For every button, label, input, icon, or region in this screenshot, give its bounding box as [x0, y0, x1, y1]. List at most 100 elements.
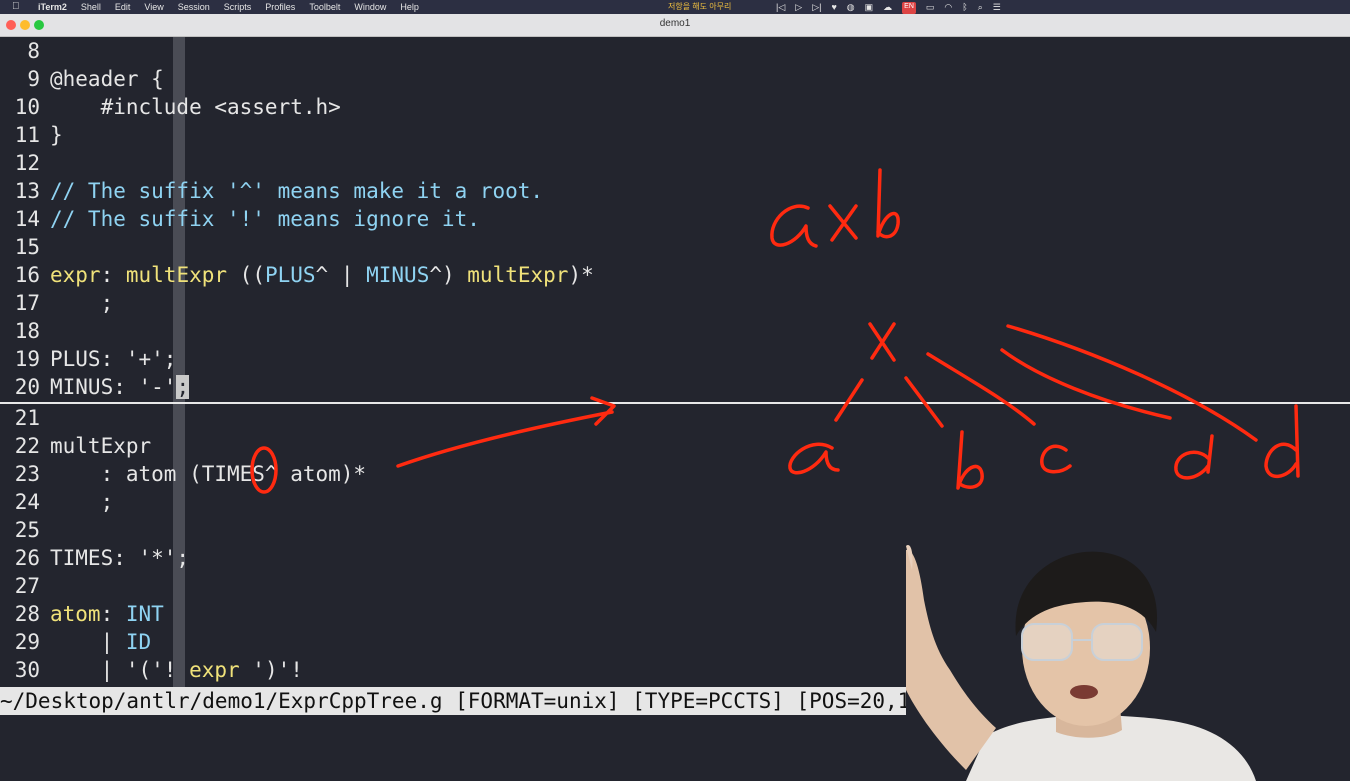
- code-token: MINUS: '-': [50, 375, 177, 399]
- line-number: 22: [14, 434, 40, 458]
- battery-icon[interactable]: ▭: [926, 0, 935, 14]
- menubar-lyrics-text: 저항을 해도 아무리: [668, 2, 732, 11]
- line-number: 25: [14, 518, 40, 542]
- code-token: #include <assert.h>: [50, 95, 341, 119]
- menu-session[interactable]: Session: [178, 0, 210, 14]
- code-token: ((: [227, 263, 265, 287]
- heart-icon[interactable]: ♥: [831, 0, 836, 14]
- line-number: 29: [14, 630, 40, 654]
- line-number: 19: [14, 347, 40, 371]
- code-token: ^ |: [315, 263, 367, 287]
- code-token: atom: [50, 602, 101, 626]
- menu-iterm2[interactable]: iTerm2: [38, 0, 67, 14]
- code-token: )*: [568, 263, 594, 287]
- macos-menubar:  iTerm2 Shell Edit View Session Scripts Profi…: [0, 0, 1350, 14]
- menu-toolbelt[interactable]: Toolbelt: [309, 0, 340, 14]
- code-token: ')'!: [239, 658, 303, 682]
- input-language-badge[interactable]: EN: [902, 2, 916, 14]
- code-line[interactable]: 14 // The suffix '!' means ignore it.: [0, 205, 480, 233]
- line-number: 10: [14, 95, 40, 119]
- code-token: ;: [50, 291, 114, 315]
- search-icon[interactable]: ⌕: [978, 0, 983, 14]
- line-number: 14: [14, 207, 40, 231]
- code-token: TIMES: '*';: [50, 546, 190, 570]
- code-line[interactable]: 19 PLUS: '+';: [0, 345, 177, 373]
- globe-icon[interactable]: ◍: [847, 0, 855, 14]
- line-number: 24: [14, 490, 40, 514]
- code-line[interactable]: 28 atom: INT: [0, 600, 164, 628]
- code-token: // The suffix '!' means ignore it.: [50, 207, 480, 231]
- line-number: 30: [14, 658, 40, 682]
- window-titlebar: demo1: [0, 14, 1350, 37]
- line-number: 13: [14, 179, 40, 203]
- line-number: 28: [14, 602, 40, 626]
- code-line[interactable]: 16 expr: multExpr ((PLUS^ | MINUS^) multE…: [0, 261, 594, 289]
- code-token: :: [100, 263, 126, 287]
- menu-view[interactable]: View: [144, 0, 163, 14]
- code-token: PLUS: '+';: [50, 347, 177, 371]
- line-number: 15: [14, 235, 40, 259]
- next-track-icon[interactable]: ▷|: [812, 0, 821, 14]
- code-token: MINUS: [366, 263, 430, 287]
- wifi-icon[interactable]: ◠: [944, 0, 952, 14]
- code-token: ;: [50, 490, 114, 514]
- code-line[interactable]: 8: [0, 37, 50, 65]
- line-number: 17: [14, 291, 40, 315]
- code-token: | '('!: [50, 658, 190, 682]
- code-line[interactable]: 27: [0, 572, 50, 600]
- line-number: 20: [14, 375, 40, 399]
- status-tray: |◁ ▷ ▷| ♥ ◍ ▣ ☁ EN ▭ ◠ ᛒ ⌕ ☰: [776, 0, 1001, 14]
- menu-help[interactable]: Help: [400, 0, 419, 14]
- code-line[interactable]: 23 : atom (TIMES^ atom)*: [0, 460, 366, 488]
- code-line[interactable]: 13 // The suffix '^' means make it a root…: [0, 177, 543, 205]
- code-line[interactable]: 11}: [0, 121, 63, 149]
- code-token: expr: [189, 658, 240, 682]
- menu-shell[interactable]: Shell: [81, 0, 101, 14]
- code-line[interactable]: 18: [0, 317, 50, 345]
- apple-menu-icon[interactable]: : [12, 0, 20, 14]
- code-line[interactable]: 26 TIMES: '*';: [0, 544, 189, 572]
- code-line[interactable]: 21: [0, 404, 50, 432]
- line-number: 12: [14, 151, 40, 175]
- code-line[interactable]: 25: [0, 516, 50, 544]
- code-token: multExpr: [50, 434, 152, 458]
- code-token: :: [100, 602, 126, 626]
- menu-edit[interactable]: Edit: [115, 0, 131, 14]
- cloud-icon[interactable]: ☁: [883, 0, 892, 14]
- code-token: multExpr: [125, 263, 228, 287]
- code-line[interactable]: 29 | ID: [0, 628, 151, 656]
- app-menus: iTerm2 Shell Edit View Session Scripts Profile…: [38, 0, 419, 14]
- line-number: 8: [27, 39, 40, 63]
- code-token: // The suffix '^' means make it a root.: [50, 179, 544, 203]
- line-number: 16: [14, 263, 40, 287]
- play-icon[interactable]: ▷: [795, 0, 802, 14]
- window-title: demo1: [659, 18, 691, 29]
- menu-window[interactable]: Window: [354, 0, 386, 14]
- line-number: 9: [27, 67, 40, 91]
- control-center-icon[interactable]: ☰: [993, 0, 1001, 14]
- bluetooth-icon[interactable]: ᛒ: [962, 0, 967, 14]
- editor-top-pane[interactable]: 8 9 @header {10 #include <assert.h> 11} 12 13…: [0, 37, 1350, 402]
- line-number: 27: [14, 574, 40, 598]
- code-line[interactable]: 15: [0, 233, 50, 261]
- code-line[interactable]: 30 | '('! expr ')'!: [0, 656, 303, 684]
- code-token: ID: [125, 630, 152, 654]
- line-number: 21: [14, 406, 40, 430]
- code-token: |: [50, 630, 126, 654]
- code-line[interactable]: 9 @header {: [0, 65, 164, 93]
- line-number: 23: [14, 462, 40, 486]
- code-line[interactable]: 17 ;: [0, 289, 114, 317]
- code-token: ^): [429, 263, 468, 287]
- code-line[interactable]: 22 multExpr: [0, 432, 151, 460]
- screen-icon[interactable]: ▣: [865, 0, 874, 14]
- code-token: @header {: [50, 67, 164, 91]
- code-line[interactable]: 20 MINUS: '-';: [0, 373, 190, 401]
- line-number: 11: [14, 123, 40, 147]
- prev-track-icon[interactable]: |◁: [776, 0, 785, 14]
- code-line[interactable]: 10 #include <assert.h>: [0, 93, 341, 121]
- code-line[interactable]: 24 ;: [0, 488, 114, 516]
- code-line[interactable]: 12: [0, 149, 50, 177]
- menu-profiles[interactable]: Profiles: [265, 0, 295, 14]
- menu-scripts[interactable]: Scripts: [224, 0, 252, 14]
- code-token: multExpr: [467, 263, 569, 287]
